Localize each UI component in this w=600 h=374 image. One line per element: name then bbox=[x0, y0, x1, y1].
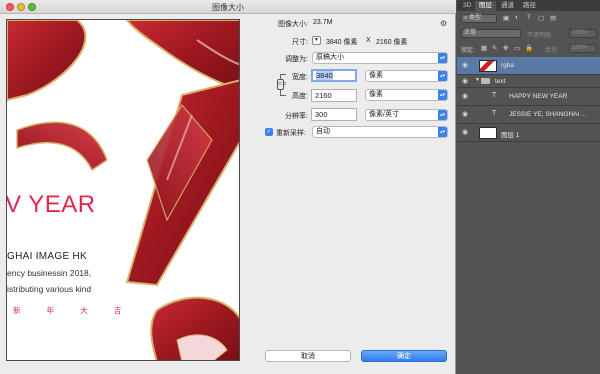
layer-happy-new-year[interactable]: ◉ T HAPPY NEW YEAR bbox=[457, 88, 600, 106]
chevron-updown-icon: ▴▾ bbox=[438, 110, 447, 120]
width-input-value: 3840 bbox=[316, 71, 333, 80]
blend-mode-value: 正常 bbox=[464, 30, 477, 36]
width-unit-value: 像素 bbox=[369, 72, 383, 79]
tab-layers[interactable]: 图层 bbox=[475, 1, 496, 11]
preview-chinese-text: 新 年 大 吉 bbox=[13, 306, 134, 315]
tab-channels[interactable]: 通道 bbox=[497, 1, 518, 11]
height-unit-value: 像素 bbox=[369, 91, 383, 98]
lock-paint-icon[interactable]: ✎ bbox=[492, 44, 497, 52]
filter-row: ⌕ 类型 ▣ ◐ T ▢ ▤ bbox=[457, 12, 600, 25]
lock-label: 锁定: bbox=[461, 48, 475, 54]
adjustment-filter-icon[interactable]: ◐ bbox=[515, 14, 519, 21]
fill-value: 100% bbox=[572, 45, 588, 51]
pixel-filter-icon[interactable]: ▣ bbox=[503, 14, 509, 22]
fit-to-label: 调整为: bbox=[285, 56, 308, 63]
lock-position-icon[interactable]: ✥ bbox=[503, 44, 508, 52]
layer-name: 图层 1 bbox=[501, 132, 520, 139]
layer-thumbnail bbox=[479, 127, 497, 139]
resample-label: 重新采样: bbox=[276, 130, 306, 137]
layer-name: rgba bbox=[501, 62, 515, 69]
image-preview[interactable]: V YEAR GHAI IMAGE HK ency businessin 201… bbox=[6, 19, 240, 361]
layer-name: text bbox=[495, 78, 506, 85]
fill-input[interactable]: 100% bbox=[569, 44, 597, 53]
preview-line-1: ency businessin 2018, bbox=[7, 268, 92, 278]
resolution-unit-value: 像素/英寸 bbox=[369, 111, 399, 118]
image-size-value: 23.7M bbox=[313, 19, 333, 26]
tab-paths[interactable]: 路径 bbox=[519, 1, 540, 11]
opacity-label: 不透明度: bbox=[527, 33, 553, 39]
lock-artboard-icon[interactable]: ▭ bbox=[514, 44, 520, 52]
height-input-value: 2160 bbox=[315, 91, 332, 100]
dimensions-width-value: 3840 像素 bbox=[326, 39, 358, 46]
opacity-input[interactable]: 100% bbox=[569, 29, 597, 38]
shape-filter-icon[interactable]: ▢ bbox=[538, 14, 544, 22]
lock-row: 锁定: ▦ ✎ ✥ ▭ 🔒 填充: 100% bbox=[457, 42, 600, 55]
layer-jessie-ye[interactable]: ◉ T JESSIE YE, SHANGHAI ... bbox=[457, 106, 600, 124]
eye-icon[interactable]: ◉ bbox=[462, 77, 468, 85]
fit-to-select[interactable]: 原稿大小 ▴▾ bbox=[312, 52, 448, 64]
height-label: 高度: bbox=[292, 93, 308, 100]
layer-1[interactable]: ◉ 图层 1 bbox=[457, 124, 600, 142]
filter-type-select[interactable]: ⌕ 类型 bbox=[461, 14, 497, 23]
layer-group-text[interactable]: ◉ ▼ text bbox=[457, 75, 600, 88]
gear-icon[interactable]: ⚙ bbox=[440, 19, 447, 28]
chevron-down-icon[interactable]: ▼ bbox=[475, 77, 480, 83]
ok-button[interactable]: 确定 bbox=[361, 350, 447, 362]
preview-line-2: istributing various kind bbox=[7, 284, 92, 294]
dimensions-height-value: 2160 像素 bbox=[376, 39, 408, 46]
preview-year-text: V YEAR bbox=[6, 191, 96, 218]
eye-icon[interactable]: ◉ bbox=[462, 110, 468, 118]
resample-select[interactable]: 自动 ▴▾ bbox=[312, 126, 448, 138]
layer-rgba[interactable]: ◉ rgba bbox=[457, 57, 600, 75]
preview-company-text: GHAI IMAGE HK bbox=[7, 251, 88, 262]
filter-type-value: 类型 bbox=[469, 15, 482, 21]
layers-panel: 3D 图层 通道 路径 ⌕ 类型 ▣ ◐ T ▢ ▤ 正常 不透明度: 100%… bbox=[457, 0, 600, 374]
width-input[interactable]: 3840 bbox=[311, 69, 357, 82]
resolution-unit-select[interactable]: 像素/英寸 ▴▾ bbox=[365, 109, 448, 121]
blend-row: 正常 不透明度: 100% bbox=[457, 27, 600, 40]
resolution-input[interactable]: 300 bbox=[311, 108, 357, 121]
resolution-label: 分辨率: bbox=[285, 113, 308, 120]
height-unit-select[interactable]: 像素 ▴▾ bbox=[365, 89, 448, 101]
folder-icon bbox=[481, 78, 490, 84]
chevron-updown-icon: ▴▾ bbox=[438, 71, 447, 81]
eye-icon[interactable]: ◉ bbox=[462, 61, 468, 69]
panel-tabs: 3D 图层 通道 路径 bbox=[457, 0, 600, 11]
opacity-value: 100% bbox=[572, 30, 588, 36]
text-layer-icon: T bbox=[492, 92, 497, 99]
image-size-label: 图像大小: bbox=[278, 21, 308, 28]
chevron-updown-icon: ▴▾ bbox=[438, 127, 447, 137]
layer-name: JESSIE YE, SHANGHAI ... bbox=[509, 111, 587, 118]
text-layer-icon: T bbox=[492, 110, 497, 117]
image-size-dialog: 图像大小 V YEAR GHAI IMAGE HK ency businessi… bbox=[0, 0, 456, 374]
title-bar: 图像大小 bbox=[0, 0, 456, 14]
cancel-button[interactable]: 取消 bbox=[265, 350, 351, 362]
dimensions-label: 尺寸: bbox=[292, 39, 308, 46]
width-unit-select[interactable]: 像素 ▴▾ bbox=[365, 70, 448, 82]
layer-thumbnail bbox=[479, 60, 497, 72]
tab-3d[interactable]: 3D bbox=[459, 1, 475, 11]
resample-checkbox[interactable]: ✓ bbox=[265, 128, 273, 136]
dimensions-x: X bbox=[366, 37, 371, 44]
chevron-updown-icon: ▴▾ bbox=[438, 53, 447, 63]
fit-to-value: 原稿大小 bbox=[316, 54, 344, 61]
eye-icon[interactable]: ◉ bbox=[462, 128, 468, 136]
text-filter-icon[interactable]: T bbox=[527, 14, 531, 21]
dialog-title: 图像大小 bbox=[212, 3, 244, 12]
resample-value: 自动 bbox=[316, 128, 330, 135]
height-input[interactable]: 2160 bbox=[311, 89, 357, 102]
chevron-updown-icon: ▴▾ bbox=[438, 90, 447, 100]
fill-label: 填充: bbox=[545, 48, 559, 54]
blend-mode-select[interactable]: 正常 bbox=[461, 29, 521, 38]
eye-icon[interactable]: ◉ bbox=[462, 92, 468, 100]
lock-pixels-icon[interactable]: ▦ bbox=[481, 44, 487, 52]
smart-object-filter-icon[interactable]: ▤ bbox=[550, 14, 556, 22]
resolution-input-value: 300 bbox=[315, 110, 328, 119]
dimensions-menu-button[interactable]: ▾ bbox=[312, 36, 321, 45]
width-label: 宽度: bbox=[292, 74, 308, 81]
search-icon: ⌕ bbox=[464, 15, 468, 21]
lock-all-icon[interactable]: 🔒 bbox=[525, 44, 533, 52]
layer-name: HAPPY NEW YEAR bbox=[509, 93, 568, 100]
